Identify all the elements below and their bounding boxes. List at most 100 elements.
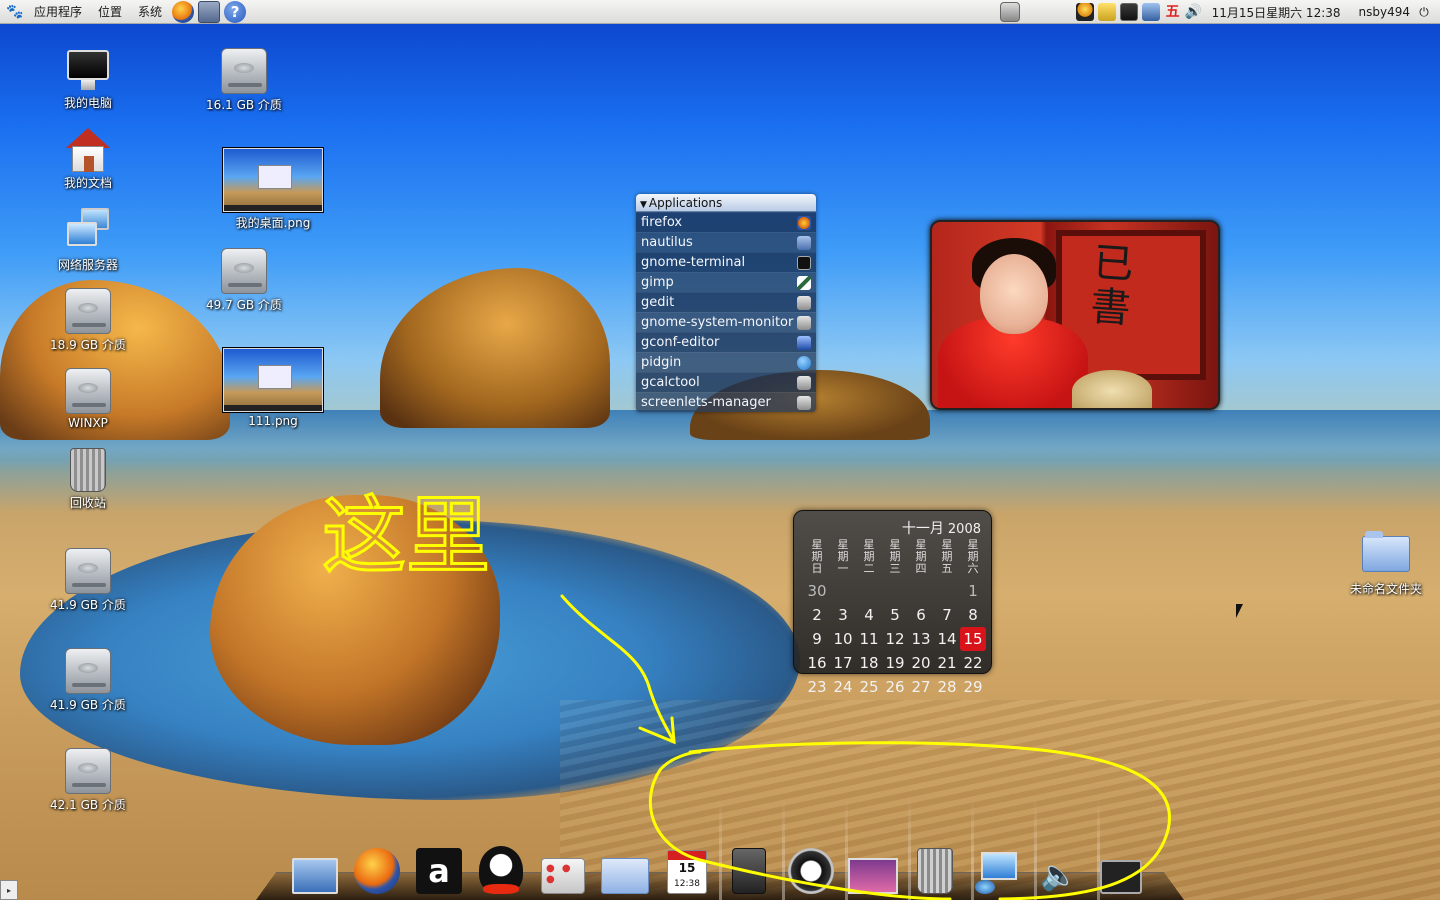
screen-icon[interactable] [1119, 3, 1138, 21]
desktop-icon-computer[interactable]: 我的电脑 [33, 48, 143, 111]
calendar-screenlet[interactable]: 十一月 2008 星期日星期一星期二星期三星期四星期五星期六 30 1 2 3 4 5 6 7 8… [793, 510, 992, 696]
dock-item-folder[interactable] [594, 838, 656, 894]
calendar-day[interactable]: 4 [856, 603, 882, 627]
desktop-icon-image[interactable]: 111.png [218, 348, 328, 428]
app-item-label: gconf-editor [641, 335, 720, 350]
dock-item-a[interactable]: a [408, 838, 470, 894]
ical-time: 12:38 [674, 879, 700, 889]
network-icon[interactable] [1141, 3, 1160, 21]
power-icon[interactable]: ⏻ [1416, 4, 1432, 20]
app-item-pidgin[interactable]: pidgin [636, 352, 816, 372]
desktop-icon-network[interactable]: 网络服务器 [33, 208, 143, 273]
desktop-icon-label: 我的文档 [63, 176, 112, 190]
calendar-day[interactable]: 14 [934, 627, 960, 651]
calendar-day[interactable]: 11 [856, 627, 882, 651]
calendar-day[interactable]: 2 [804, 603, 830, 627]
desktop-icon-drive[interactable]: 18.9 GB 介质 [33, 288, 143, 353]
calendar-weekdays: 星期日 星期一 星期二 星期三 星期四 星期五 星期六 [804, 539, 984, 575]
user-name[interactable]: nsby494 [1349, 5, 1414, 19]
calendar-day[interactable]: 15 [960, 627, 986, 651]
app-item-label: pidgin [641, 355, 682, 370]
calendar-day[interactable]: 17 [830, 651, 856, 675]
calendar-day[interactable]: 23 [804, 675, 830, 699]
calendar-day[interactable]: 20 [908, 651, 934, 675]
desktop-icon-drive[interactable]: 41.9 GB 介质 [33, 548, 143, 613]
pidgin-icon [797, 356, 811, 370]
calendar-day[interactable]: 18 [856, 651, 882, 675]
calendar-day[interactable]: 21 [934, 651, 960, 675]
dock-item-speaker[interactable] [718, 838, 780, 894]
calendar-day[interactable]: 22 [960, 651, 986, 675]
applications-header[interactable]: ▼ Applications [636, 194, 816, 212]
gnome-foot-icon[interactable]: 🐾 [6, 4, 23, 20]
calendar-day[interactable]: 16 [804, 651, 830, 675]
calendar-day[interactable]: 29 [960, 675, 986, 699]
notify-icon[interactable] [1097, 3, 1116, 21]
desktop-icon-home[interactable]: 我的文档 [33, 128, 143, 191]
calendar-day[interactable]: 6 [908, 603, 934, 627]
desktop-icon-drive[interactable]: 41.9 GB 介质 [33, 648, 143, 713]
app-item-gconf-editor[interactable]: gconf-editor [636, 332, 816, 352]
app-item-screenlets-manager[interactable]: screenlets-manager [636, 392, 816, 412]
desktop-icon-drive[interactable]: 16.1 GB 介质 [189, 48, 299, 113]
dock-item-trash[interactable] [904, 838, 966, 894]
dock-item-computer[interactable] [966, 838, 1028, 894]
desktop-icon-drive[interactable]: 49.7 GB 介质 [189, 248, 299, 313]
calendar-day[interactable]: 25 [856, 675, 882, 699]
dock-item-terminal[interactable] [1090, 838, 1152, 894]
calendar-day[interactable]: 9 [804, 627, 830, 651]
calendar-day[interactable]: 12 [882, 627, 908, 651]
dock-item-volume[interactable]: 🔈 [1028, 838, 1090, 894]
desktop-icon-folder[interactable]: 未命名文件夹 [1331, 531, 1440, 597]
calendar-day[interactable]: 10 [830, 627, 856, 651]
dock-item-firefox[interactable] [346, 838, 408, 894]
dock-item-qq[interactable] [470, 838, 532, 894]
volume-icon[interactable]: 🔊 [1184, 4, 1204, 20]
calendar-day[interactable]: 13 [908, 627, 934, 651]
calendar-day[interactable]: 27 [908, 675, 934, 699]
trash-icon [917, 848, 953, 894]
qq-icon[interactable] [1075, 3, 1094, 21]
desktop-icon-drive[interactable]: WINXP [33, 368, 143, 430]
calendar-day[interactable]: 1 [960, 579, 986, 603]
dock-item-desktop[interactable] [284, 838, 346, 894]
dock-item-ical[interactable]: 15 12:38 [656, 838, 718, 894]
network-server-icon [65, 208, 111, 254]
help-icon[interactable]: ? [224, 0, 247, 23]
collapse-triangle-icon[interactable]: ▼ [640, 200, 647, 210]
dock-item-photo[interactable] [842, 838, 904, 894]
calendar-day[interactable]: 30 [804, 579, 830, 603]
ical-day: 15 [678, 861, 696, 875]
app-item-firefox[interactable]: firefox [636, 212, 816, 232]
photo-frame-screenlet[interactable]: 已書 [930, 220, 1220, 410]
panel-clock[interactable]: 11月15日星期六 12:38 [1204, 4, 1349, 21]
calendar-day[interactable]: 24 [830, 675, 856, 699]
desktop-icon-drive[interactable]: 42.1 GB 介质 [33, 748, 143, 813]
show-desktop-button[interactable]: ▸ [0, 880, 18, 900]
calendar-day[interactable]: 7 [934, 603, 960, 627]
input-method-indicator[interactable]: 五 [1164, 3, 1182, 21]
text-editor-icon[interactable] [198, 0, 221, 23]
menu-system[interactable]: 系统 [130, 0, 170, 24]
notification-icon[interactable] [1000, 2, 1020, 22]
calendar-day[interactable]: 19 [882, 651, 908, 675]
app-item-nautilus[interactable]: nautilus [636, 232, 816, 252]
dock-item-power[interactable] [780, 838, 842, 894]
calendar-day[interactable]: 26 [882, 675, 908, 699]
app-item-gcalctool[interactable]: gcalctool [636, 372, 816, 392]
calendar-day[interactable]: 8 [960, 603, 986, 627]
photo-face [980, 254, 1048, 334]
menu-applications[interactable]: 应用程序 [26, 0, 90, 24]
firefox-icon[interactable] [172, 0, 195, 23]
calendar-day[interactable]: 28 [934, 675, 960, 699]
desktop-icon-image[interactable]: 我的桌面.png [218, 148, 328, 231]
desktop-icon-trash[interactable]: 回收站 [33, 448, 143, 511]
menu-places[interactable]: 位置 [90, 0, 130, 24]
app-item-gedit[interactable]: gedit [636, 292, 816, 312]
calendar-day[interactable]: 3 [830, 603, 856, 627]
app-item-gimp[interactable]: gimp [636, 272, 816, 292]
app-item-gnome-system-monitor[interactable]: gnome-system-monitor [636, 312, 816, 332]
calendar-day[interactable]: 5 [882, 603, 908, 627]
app-item-gnome-terminal[interactable]: gnome-terminal [636, 252, 816, 272]
dock-item-network-settings[interactable] [532, 838, 594, 894]
